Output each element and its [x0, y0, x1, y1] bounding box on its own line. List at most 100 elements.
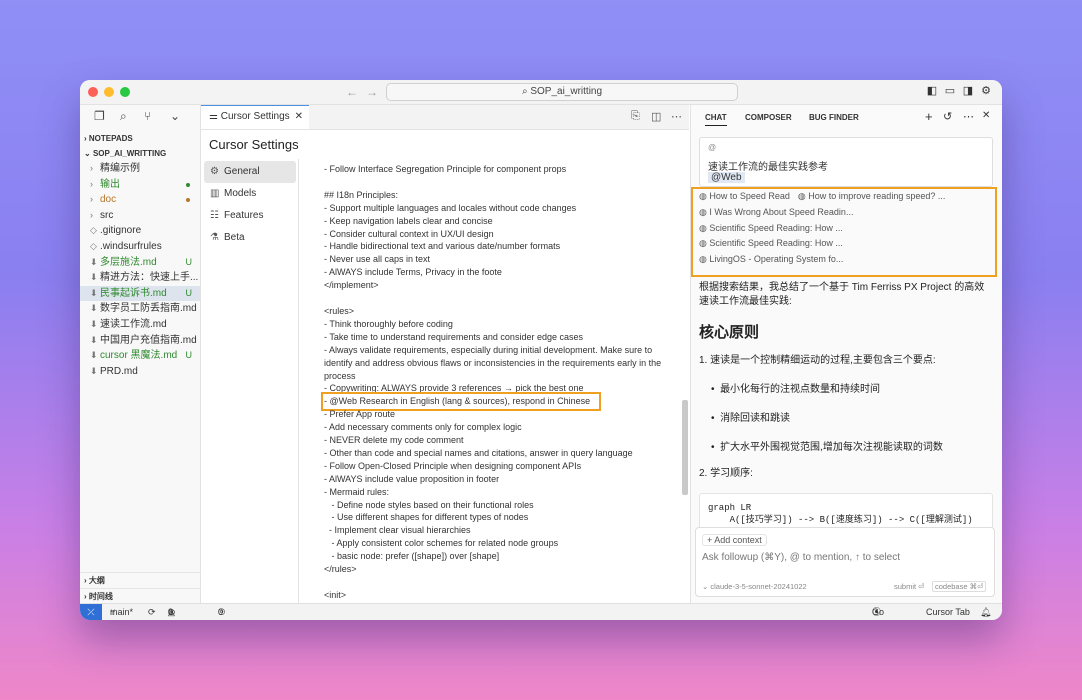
outline-section[interactable]: › 大纲	[80, 572, 204, 588]
tab-cursor-settings[interactable]: ⚌ Cursor Settings ✕	[201, 105, 309, 129]
code-line: - Handle bidirectional text and various …	[324, 241, 561, 252]
close-icon[interactable]: ✕	[295, 106, 303, 128]
file-tree-item[interactable]: ◇ .windsurfrules	[80, 239, 200, 255]
web-tag: @Web	[708, 172, 745, 183]
file-tree-item[interactable]: ⬇ 数字员工防丢指南.md	[80, 301, 200, 317]
file-tree-item[interactable]: ⬇ 民事起诉书.md U	[80, 285, 200, 302]
project-section[interactable]: ⌄ SOP_AI_WRITTING	[80, 146, 200, 161]
file-name: 输出	[100, 178, 120, 190]
file-tree-item[interactable]: ◇ .gitignore	[80, 223, 200, 239]
file-tree-item[interactable]: ⬇ 多层施法.md U	[80, 255, 200, 271]
warning-count: 0	[168, 607, 174, 617]
source-row: ◍ I Was Wrong About Speed Readin...	[693, 205, 995, 221]
file-name: 精进方法：快速上手...	[100, 272, 199, 284]
file-tree-item[interactable]: › doc	[80, 192, 200, 208]
rules-text: - Follow Interface Segregation Principle…	[300, 159, 678, 603]
modified-dot-icon	[186, 182, 190, 187]
highlighted-rule: - @Web Research in English (lang & sourc…	[320, 392, 602, 412]
files-icon[interactable]: ❐	[94, 109, 105, 123]
command-center-search[interactable]: ⌕ SOP_ai_writting	[386, 83, 738, 101]
nav-label: Models	[224, 188, 257, 199]
codebase-button[interactable]: codebase ⌘⏎	[932, 581, 987, 592]
chevron-right-icon: ›	[90, 163, 93, 173]
editor-tab-bar: ⚌ Cursor Settings ✕ ⎘ ◫ ⋯	[201, 105, 689, 130]
markdown-icon: ⬇	[90, 318, 98, 329]
code-line: - Copywriting: ALWAYS provide 3 referenc…	[324, 383, 584, 394]
tab-composer[interactable]: COMPOSER	[745, 113, 792, 122]
scrollbar[interactable]	[682, 400, 688, 495]
code-line: - AlWAYS include value proposition in fo…	[324, 473, 500, 484]
flask-icon: ⚗	[210, 232, 219, 243]
web-sources: ◍ How to Speed Read ◍ How to improve read…	[691, 187, 997, 277]
git-status-badge: U	[185, 256, 193, 267]
source-control-icon[interactable]: ⑂	[144, 109, 151, 123]
code-line: - Consider cultural context in UX/UI des…	[324, 228, 494, 239]
source-title: LivingOS - Operating System fo...	[709, 254, 844, 265]
file-tree-item[interactable]: ⬇ 精进方法：快速上手...	[80, 270, 200, 286]
timeline-label: 时间线	[88, 592, 113, 601]
toggle-secondary-sidebar-icon[interactable]: ◨	[962, 85, 974, 97]
chevron-down-icon[interactable]: ⌄	[170, 109, 180, 123]
minimize-window-button[interactable]	[104, 87, 114, 97]
close-window-button[interactable]	[88, 87, 98, 97]
tab-bug-finder[interactable]: BUG FINDER	[809, 113, 859, 122]
file-tree-item[interactable]: › src	[80, 208, 200, 224]
source-link[interactable]: ◍ Scientific Speed Reading: How ...	[699, 238, 843, 248]
code-line: - Always validate requirements, especial…	[324, 344, 662, 381]
code-line: - Keep navigation labels clear and conci…	[324, 215, 493, 226]
remote-icon[interactable]: ⤫	[80, 604, 102, 620]
toggle-panel-icon[interactable]: ▭	[944, 85, 956, 97]
markdown-icon: ⬇	[90, 303, 98, 314]
file-tree-item[interactable]: › 精编示例	[80, 161, 200, 177]
code-line: - Support multiple languages and locales…	[324, 202, 577, 213]
file-tree-item[interactable]: ⬇ 速读工作流.md	[80, 317, 200, 333]
file-tree-item[interactable]: ⬇ PRD.md	[80, 364, 200, 380]
close-icon[interactable]: ✕	[982, 110, 990, 121]
notepads-section[interactable]: › NOTEPADS	[80, 131, 200, 146]
file-tree-item[interactable]: › 输出	[80, 177, 200, 193]
file-tree-item[interactable]: ⬇ 中国用户充值指南.md	[80, 333, 200, 349]
more-actions-icon[interactable]: ⋯	[671, 110, 682, 123]
tab-chat[interactable]: CHAT	[705, 113, 727, 126]
forward-arrow-icon[interactable]: →	[366, 85, 378, 99]
toggle-sidebar-icon[interactable]: ◧	[926, 85, 938, 97]
settings-icon: ⚌	[209, 111, 221, 122]
nav-features[interactable]: ☷ Features	[204, 205, 296, 227]
code-line: - Other than code and special names and …	[324, 447, 633, 458]
model-select[interactable]: ⌄ claude-3-5-sonnet-20241022	[702, 582, 807, 591]
more-icon[interactable]: ⋯	[963, 110, 974, 123]
nav-models[interactable]: ▥ Models	[204, 183, 296, 205]
back-arrow-icon[interactable]: ←	[346, 85, 358, 99]
search-icon[interactable]: ⌕	[120, 109, 127, 124]
rules-textarea[interactable]: - Follow Interface Segregation Principle…	[300, 159, 678, 603]
nav-label: Beta	[224, 232, 245, 243]
code-line: <rules>	[324, 305, 355, 316]
nav-beta[interactable]: ⚗ Beta	[204, 227, 296, 249]
answer-heading: 核心原则	[699, 324, 760, 341]
followup-input[interactable]: Ask followup (⌘Y), @ to mention, ↑ to se…	[702, 552, 900, 563]
new-chat-icon[interactable]: +	[925, 109, 933, 124]
open-file-icon[interactable]: ⎘	[631, 110, 640, 123]
add-context-button[interactable]: + Add context	[702, 534, 767, 546]
cursor-tab-button[interactable]: Cursor Tab	[926, 604, 970, 620]
source-link[interactable]: ◍ Scientific Speed Reading: How ...	[699, 223, 843, 233]
sync-icon[interactable]: ⟳	[148, 604, 156, 620]
source-link[interactable]: ◍ How to improve reading speed? ...	[798, 191, 945, 201]
zoom-window-button[interactable]	[120, 87, 130, 97]
source-link[interactable]: ◍ I Was Wrong About Speed Readin...	[699, 207, 853, 217]
source-title: How to improve reading speed? ...	[808, 191, 946, 201]
split-editor-icon[interactable]: ◫	[651, 110, 661, 123]
source-link[interactable]: ◍ LivingOS - Operating System fo...	[699, 254, 843, 264]
globe-icon: ◍	[797, 191, 809, 201]
file-tree-item[interactable]: ⬇ cursor 黑魔法.md U	[80, 348, 200, 364]
nav-general[interactable]: ⚙ General	[204, 161, 296, 183]
timeline-section[interactable]: › 时间线	[80, 588, 204, 604]
file-name: 精编示例	[100, 163, 140, 174]
history-icon[interactable]: ↺	[943, 110, 952, 123]
code-line: - Mermaid rules:	[324, 486, 390, 497]
source-link[interactable]: ◍ How to Speed Read	[699, 191, 790, 201]
gear-icon[interactable]: ⚙	[980, 85, 992, 97]
submit-button[interactable]: submit ⏎	[894, 582, 924, 591]
bell-icon[interactable]: 🔔︎	[980, 604, 991, 620]
